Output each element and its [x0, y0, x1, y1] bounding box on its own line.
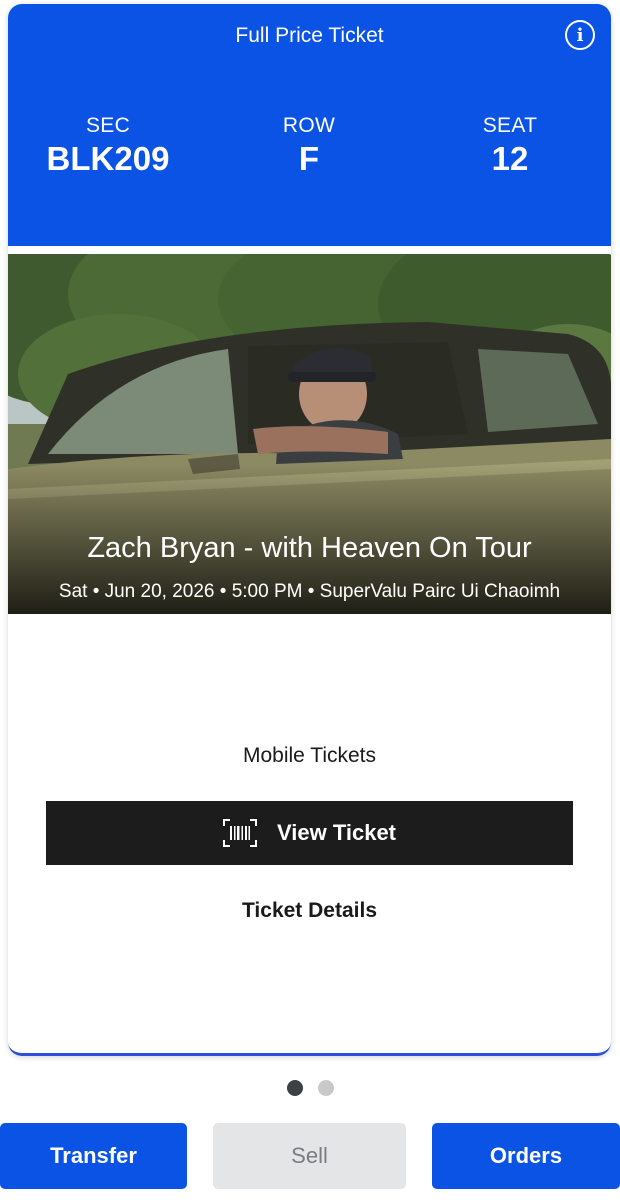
barcode-icon [222, 819, 257, 847]
ticket-header: Full Price Ticket i SEC BLK209 ROW F SEA… [8, 4, 611, 246]
row-label: ROW [282, 114, 336, 137]
page-dot-active[interactable] [286, 1080, 303, 1096]
event-image: Zach Bryan - with Heaven On Tour Sat • J… [8, 254, 611, 614]
view-ticket-button[interactable]: View Ticket [46, 801, 573, 865]
ticket-screen: Full Price Ticket i SEC BLK209 ROW F SEA… [0, 0, 620, 1200]
event-details: Sat • Jun 20, 2026 • 5:00 PM • SuperValu… [58, 581, 561, 602]
section-info: SEC BLK209 [8, 114, 208, 178]
page-dot[interactable] [317, 1080, 334, 1096]
transfer-button[interactable]: Transfer [0, 1123, 187, 1189]
row-value: F [298, 140, 320, 177]
ticket-card: Full Price Ticket i SEC BLK209 ROW F SEA… [8, 4, 611, 1056]
seat-info: SEAT 12 [410, 114, 610, 178]
mobile-tickets-label: Mobile Tickets [242, 744, 377, 767]
ticket-type-label: Full Price Ticket [235, 24, 384, 47]
sell-button[interactable]: Sell [213, 1123, 406, 1189]
section-value: BLK209 [46, 140, 170, 177]
view-ticket-label: View Ticket [276, 820, 397, 845]
event-title: Zach Bryan - with Heaven On Tour [87, 532, 532, 564]
info-icon[interactable]: i [565, 20, 595, 50]
seat-value: 12 [491, 140, 529, 177]
page-indicator [0, 1080, 620, 1096]
section-label: SEC [85, 114, 131, 137]
orders-button[interactable]: Orders [432, 1123, 620, 1189]
ticket-details-link[interactable]: Ticket Details [8, 899, 611, 923]
seat-label: SEAT [482, 114, 538, 137]
row-info: ROW F [209, 114, 409, 178]
